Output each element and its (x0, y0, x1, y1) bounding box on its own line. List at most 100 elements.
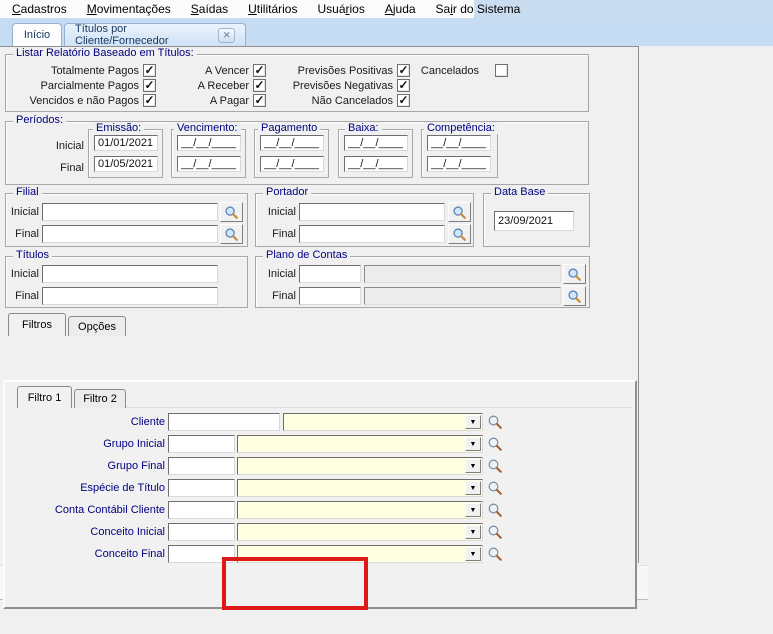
tab-inicio-label: Início (24, 29, 50, 41)
tab-titulos-por-cliente-fornecedor[interactable]: Títulos por Cliente/Fornecedor ✕ (64, 23, 246, 46)
input-titulos-inicial[interactable] (42, 265, 218, 283)
combo-especie[interactable]: ▼ (237, 479, 483, 497)
input-emissao-inicial[interactable] (94, 135, 158, 151)
input-data-base[interactable] (494, 211, 574, 231)
close-tab-icon[interactable]: ✕ (218, 28, 235, 43)
chevron-down-icon[interactable]: ▼ (465, 459, 481, 473)
group-emissao: Emissão: (88, 129, 163, 178)
chevron-down-icon[interactable]: ▼ (465, 503, 481, 517)
input-filial-final[interactable] (42, 225, 218, 243)
input-especie-codigo[interactable] (168, 479, 235, 497)
input-baixa-inicial[interactable] (344, 135, 408, 151)
tab-filtros-label: Filtros (22, 319, 52, 331)
input-baixa-final[interactable] (344, 156, 408, 172)
checkbox-nao-cancelados[interactable]: ✓ (397, 94, 410, 107)
filtros-panel: Filtro 1 Filtro 2 Cliente ▼ Grupo Inicia… (3, 380, 637, 609)
menu-usuarios[interactable]: Usuários (307, 2, 374, 16)
input-portador-final[interactable] (299, 225, 445, 243)
menu-ajuda[interactable]: Ajuda (375, 2, 426, 16)
label-plano-final: Final (258, 290, 296, 302)
input-emissao-final[interactable] (94, 156, 158, 172)
group-filial-title: Filial (13, 186, 42, 198)
checkbox-cancelados[interactable] (495, 64, 508, 77)
chevron-down-icon[interactable]: ▼ (465, 415, 481, 429)
search-filial-inicial-button[interactable] (220, 202, 243, 222)
search-conceito-final-icon[interactable] (487, 546, 503, 562)
input-grupo-final-codigo[interactable] (168, 457, 235, 475)
input-pagamento-final[interactable] (260, 156, 324, 172)
combo-conceito-final[interactable]: ▼ (237, 545, 483, 563)
input-competencia-final[interactable] (427, 156, 491, 172)
menu-utilitarios[interactable]: Utilitários (238, 2, 307, 16)
input-filial-inicial[interactable] (42, 203, 218, 221)
checkbox-parcialmente-pagos[interactable]: ✓ (143, 79, 156, 92)
input-cliente-codigo[interactable] (168, 413, 280, 431)
label-conceito-inicial: Conceito Inicial (5, 526, 165, 538)
search-grupo-inicial-icon[interactable] (487, 436, 503, 452)
chevron-down-icon[interactable]: ▼ (465, 437, 481, 451)
menu-sair-do-sistema[interactable]: Sair do Sistema (426, 2, 531, 16)
checkbox-totalmente-pagos[interactable]: ✓ (143, 64, 156, 77)
input-vencimento-final[interactable] (177, 156, 241, 172)
label-plano-inicial: Inicial (258, 268, 296, 280)
tab-filtros[interactable]: Filtros (8, 313, 66, 336)
chevron-down-icon[interactable]: ▼ (465, 481, 481, 495)
chevron-down-icon[interactable]: ▼ (465, 525, 481, 539)
search-grupo-final-icon[interactable] (487, 458, 503, 474)
search-portador-inicial-button[interactable] (448, 202, 471, 222)
subtab-baseline (126, 407, 631, 408)
search-filial-final-button[interactable] (220, 224, 243, 244)
group-competencia: Competência: (421, 129, 498, 178)
field-plano-final-descricao (364, 287, 561, 305)
input-competencia-inicial[interactable] (427, 135, 491, 151)
search-plano-final-button[interactable] (563, 286, 586, 306)
search-plano-inicial-button[interactable] (563, 264, 586, 284)
input-conceito-inicial-codigo[interactable] (168, 523, 235, 541)
group-periodos-title: Períodos: (13, 114, 66, 126)
combo-conceito-inicial[interactable]: ▼ (237, 523, 483, 541)
combo-grupo-final[interactable]: ▼ (237, 457, 483, 475)
group-listar-relatorio: Listar Relatório Baseado em Títulos: Tot… (5, 54, 589, 112)
label-a-pagar: A Pagar (156, 95, 249, 107)
tab-inicio[interactable]: Início (12, 23, 62, 46)
combo-grupo-inicial[interactable]: ▼ (237, 435, 483, 453)
tab-filtro-1[interactable]: Filtro 1 (17, 386, 72, 408)
label-vencidos-nao-pagos: Vencidos e não Pagos (8, 95, 139, 107)
input-vencimento-inicial[interactable] (177, 135, 241, 151)
search-conceito-inicial-icon[interactable] (487, 524, 503, 540)
input-titulos-final[interactable] (42, 287, 218, 305)
checkbox-vencidos-nao-pagos[interactable]: ✓ (143, 94, 156, 107)
tab-filtro-2-label: Filtro 2 (83, 393, 117, 405)
group-baixa: Baixa: (338, 129, 413, 178)
search-icon (224, 205, 239, 220)
input-plano-final-codigo[interactable] (299, 287, 361, 305)
search-icon (224, 227, 239, 242)
group-periodos: Períodos: Inicial Final Emissão: Vencime… (5, 121, 589, 185)
input-portador-inicial[interactable] (299, 203, 445, 221)
input-plano-inicial-codigo[interactable] (299, 265, 361, 283)
tab-opcoes[interactable]: Opções (68, 316, 126, 336)
checkbox-previsoes-negativas[interactable]: ✓ (397, 79, 410, 92)
group-titulos: Títulos Inicial Final (5, 256, 248, 308)
group-portador: Portador Inicial Final (255, 193, 474, 247)
combo-conta-contabil[interactable]: ▼ (237, 501, 483, 519)
app-window: Cadastros Movimentações Saídas Utilitári… (0, 0, 773, 634)
menu-saidas[interactable]: Saídas (181, 2, 238, 16)
search-cliente-icon[interactable] (487, 414, 503, 430)
search-especie-icon[interactable] (487, 480, 503, 496)
group-vencimento: Vencimento: (171, 129, 246, 178)
search-conta-contabil-icon[interactable] (487, 502, 503, 518)
input-pagamento-inicial[interactable] (260, 135, 324, 151)
input-conceito-final-codigo[interactable] (168, 545, 235, 563)
menu-movimentacoes[interactable]: Movimentações (77, 2, 181, 16)
tab-filtro-2[interactable]: Filtro 2 (74, 389, 126, 408)
input-grupo-inicial-codigo[interactable] (168, 435, 235, 453)
menu-cadastros[interactable]: Cadastros (2, 2, 77, 16)
search-portador-final-button[interactable] (448, 224, 471, 244)
group-listar-title: Listar Relatório Baseado em Títulos: (13, 47, 197, 59)
label-grupo-inicial: Grupo Inicial (5, 438, 165, 450)
combo-cliente[interactable]: ▼ (283, 413, 483, 431)
input-conta-contabil-codigo[interactable] (168, 501, 235, 519)
chevron-down-icon[interactable]: ▼ (465, 547, 481, 561)
label-grupo-final: Grupo Final (5, 460, 165, 472)
